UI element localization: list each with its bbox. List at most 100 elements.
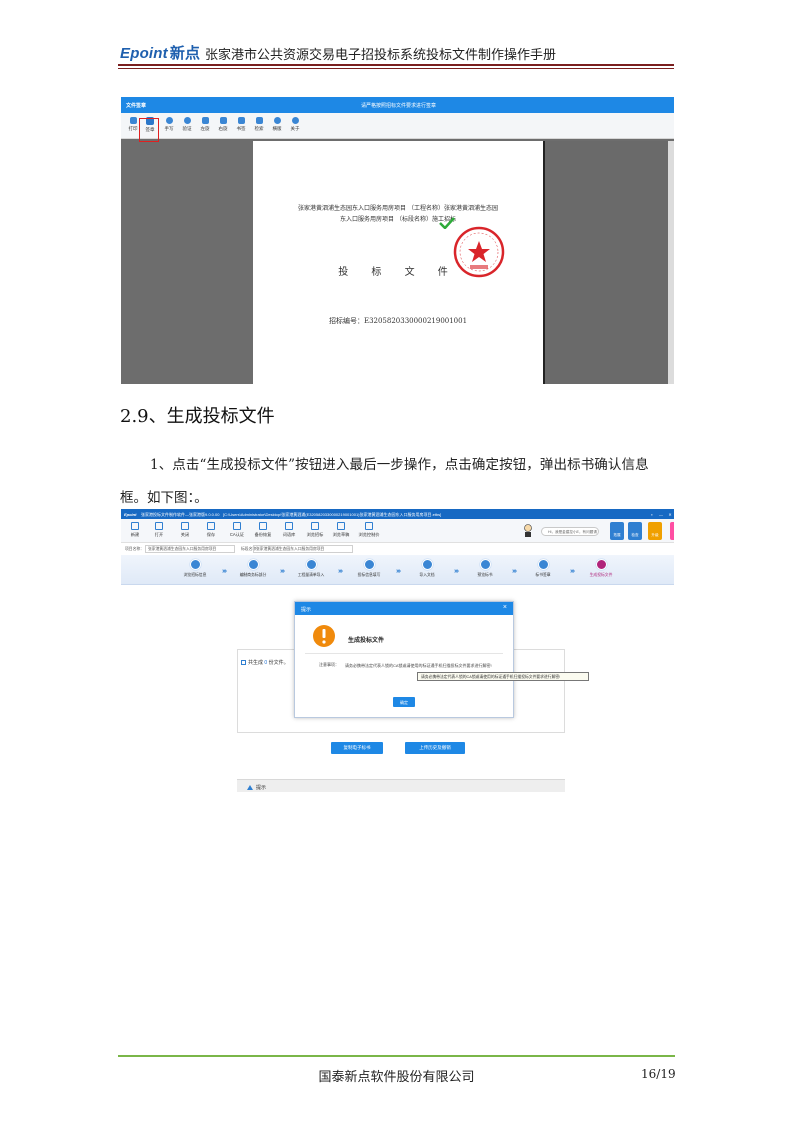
printer-icon bbox=[129, 117, 137, 124]
step-generate-file[interactable]: 生成投标文件 bbox=[579, 559, 623, 578]
ribbon-ca-button[interactable]: CA认证 bbox=[223, 522, 251, 542]
viewer-background bbox=[545, 141, 674, 384]
workflow-steps: 浏览招标信息 ››› 编制商务标部分 ››› 工程量清单导入 ››› 投标信息填… bbox=[121, 555, 674, 585]
step-arrow: ››› bbox=[222, 568, 227, 575]
app-titlebar: Epoint 张家港投标文件制作软件—张家港版9.0.0.00 [C:\User… bbox=[121, 509, 674, 519]
bookmark-button[interactable]: 书签 bbox=[232, 117, 250, 137]
tender-info-icon bbox=[189, 559, 201, 570]
rotate-left-icon bbox=[201, 117, 209, 124]
step-arrow: ››› bbox=[338, 568, 343, 575]
ribbon-save-button[interactable]: 保存 bbox=[197, 522, 225, 542]
upgrade-tile[interactable]: 升级 bbox=[648, 522, 662, 540]
pen-icon bbox=[165, 117, 173, 124]
quantity-import-icon bbox=[305, 559, 317, 570]
sign-button-highlight bbox=[139, 118, 159, 142]
dialog-ok-button[interactable]: 确定 bbox=[393, 697, 415, 707]
copy-bid-button[interactable]: 复制电子标书 bbox=[331, 742, 383, 754]
step-arrow: ››› bbox=[280, 568, 285, 575]
ribbon-browse-draft-button[interactable]: 浏览草稿 bbox=[327, 522, 355, 542]
generate-file-icon bbox=[595, 559, 607, 570]
generate-file-screenshot: Epoint 张家港投标文件制作软件—张家港版9.0.0.00 [C:\User… bbox=[121, 509, 674, 792]
close-window-button[interactable]: ✕ bbox=[667, 512, 673, 517]
header-logo: Epoint 新点 bbox=[120, 45, 201, 62]
dialog-head-title: 提示 bbox=[301, 607, 312, 613]
ribbon-close-button[interactable]: 关闭 bbox=[171, 522, 199, 542]
warning-icon bbox=[313, 625, 335, 647]
step-tender-info[interactable]: 浏览招标信息 bbox=[173, 559, 217, 578]
skin-button[interactable]: ▪ bbox=[649, 512, 655, 517]
signing-window-titlebar: 文件签章 请严格按照招标文件要求进行签章 bbox=[121, 97, 674, 113]
close-file-icon bbox=[181, 522, 189, 530]
step-sign[interactable]: 标书签章 bbox=[521, 559, 565, 578]
viewer-scrollbar[interactable] bbox=[668, 141, 674, 384]
browse-price-icon bbox=[365, 522, 373, 530]
info-icon bbox=[291, 117, 299, 124]
ribbon-backup-button[interactable]: 备份恢复 bbox=[249, 522, 277, 542]
dialog-note-label: 注意事项： bbox=[319, 662, 339, 667]
save-icon bbox=[207, 522, 215, 530]
note-tooltip: 请务必携带法定代表人锁的CA锁或请使用的标证通手机扫描投标文件要求进行解密! bbox=[417, 672, 589, 681]
project-info-bar: 项目名称： 张家港黄泗浦生态园东入口服务用房项目 标段名称： 张家港黄泗浦生态园… bbox=[121, 543, 674, 555]
signing-window-label: 文件签章 bbox=[126, 103, 147, 109]
step-preview[interactable]: 预览标书 bbox=[463, 559, 507, 578]
step-arrow: ››› bbox=[512, 568, 517, 575]
header-rule-thin bbox=[118, 68, 674, 69]
file-list-icon bbox=[241, 660, 246, 665]
rotate-right-button[interactable]: 右旋 bbox=[214, 117, 232, 137]
tip-bar: 提示 bbox=[237, 779, 565, 792]
rotate-right-icon bbox=[219, 117, 227, 124]
app-title: 张家港投标文件制作软件—张家港版9.0.0.00 bbox=[141, 512, 220, 517]
generate-confirm-dialog: 提示 × 生成投标文件 注意事项： 请务必携带法定代表人锁的CA锁或请使用的标证… bbox=[294, 601, 514, 718]
instruction-paragraph-line2: 框。如下图：。 bbox=[120, 490, 208, 506]
ribbon-browse-price-button[interactable]: 浏览控制价 bbox=[355, 522, 383, 542]
expand-tile[interactable]: 拓展 bbox=[610, 522, 624, 540]
document-page: 张家港黄泗浦生态园东入口服务用房项目 （工程名称）张家港黄泗浦生态园 东入口服务… bbox=[253, 141, 543, 384]
document-bid-code: 招标编号：E3205820330000219001001 bbox=[328, 317, 468, 325]
side-tile[interactable] bbox=[670, 522, 674, 540]
signing-toolbar: 打印 签章 手写 验证 左旋 右旋 书签 检索 横版 关于 bbox=[121, 113, 674, 139]
verify-button[interactable]: 验证 bbox=[178, 117, 196, 137]
bookmark-icon bbox=[237, 117, 245, 124]
import-doc-icon bbox=[421, 559, 433, 570]
document-title: 投 标 文 件 bbox=[338, 267, 458, 278]
assistant-mascot-icon[interactable] bbox=[523, 524, 533, 538]
about-button[interactable]: 关于 bbox=[286, 117, 304, 137]
step-bid-info[interactable]: 投标信息填写 bbox=[347, 559, 391, 578]
ca-cert-icon bbox=[233, 522, 241, 530]
sign-icon bbox=[537, 559, 549, 570]
section-heading: 2.9、生成投标文件 bbox=[120, 406, 275, 427]
landscape-button[interactable]: 横版 bbox=[268, 117, 286, 137]
shield-icon bbox=[183, 117, 191, 124]
signing-window-screenshot: 文件签章 请严格按照招标文件要求进行签章 打印 签章 手写 验证 左旋 右旋 书… bbox=[121, 97, 674, 384]
assistant-search-input[interactable]: Hi，我是金建控小E，有问题请 bbox=[541, 527, 599, 536]
minimize-button[interactable]: — bbox=[658, 512, 664, 517]
project-name-value: 张家港黄泗浦生态园东入口服务用房项目 bbox=[145, 545, 235, 553]
warning-triangle-icon bbox=[247, 785, 253, 790]
upload-history-button[interactable]: 上传历史及撤销 bbox=[405, 742, 465, 754]
dialog-close-button[interactable]: × bbox=[503, 604, 507, 611]
landscape-icon bbox=[273, 117, 281, 124]
ribbon-open-button[interactable]: 打开 bbox=[145, 522, 173, 542]
ribbon-lexicon-button[interactable]: 词语库 bbox=[275, 522, 303, 542]
search-button[interactable]: 检索 bbox=[250, 117, 268, 137]
check-tile[interactable]: 检查 bbox=[628, 522, 642, 540]
footer-rule bbox=[118, 1055, 675, 1057]
step-quantity-import[interactable]: 工程量清单导入 bbox=[289, 559, 333, 578]
step-arrow: ››› bbox=[570, 568, 575, 575]
rotate-left-button[interactable]: 左旋 bbox=[196, 117, 214, 137]
header-rule bbox=[118, 64, 674, 66]
open-folder-icon bbox=[155, 522, 163, 530]
dialog-divider bbox=[305, 653, 503, 654]
lexicon-icon bbox=[285, 522, 293, 530]
ribbon-browse-tender-button[interactable]: 浏览招标 bbox=[301, 522, 329, 542]
signing-window-center-title: 请严格按照招标文件要求进行签章 bbox=[361, 103, 437, 109]
handwrite-button[interactable]: 手写 bbox=[160, 117, 178, 137]
browse-draft-icon bbox=[337, 522, 345, 530]
step-import-doc[interactable]: 导入文档 bbox=[405, 559, 449, 578]
step-business-part[interactable]: 编制商务标部分 bbox=[231, 559, 275, 578]
instruction-paragraph-line1: 1、点击“生成投标文件”按钮进入最后一步操作，点击确定按钮，弹出标书确认信息 bbox=[150, 457, 649, 473]
step-arrow: ››› bbox=[454, 568, 459, 575]
generated-count-text: 共生成 0 份文件。 bbox=[241, 659, 289, 666]
step-arrow: ››› bbox=[396, 568, 401, 575]
app-logo: Epoint bbox=[124, 512, 137, 517]
